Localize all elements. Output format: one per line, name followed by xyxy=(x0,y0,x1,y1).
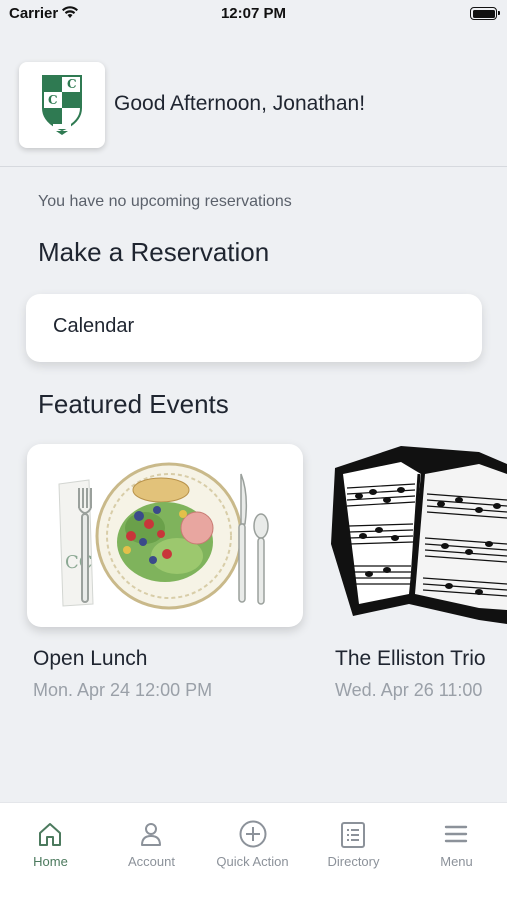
list-icon xyxy=(341,822,365,848)
tab-bar: Home Account Quick Action Directory Menu xyxy=(0,802,507,900)
tab-home[interactable]: Home xyxy=(0,803,101,883)
make-reservation-title: Make a Reservation xyxy=(38,237,270,267)
tab-quick-action[interactable]: Quick Action xyxy=(202,803,303,883)
battery-icon xyxy=(470,7,500,20)
tab-label: Quick Action xyxy=(216,854,289,869)
home-icon xyxy=(39,823,61,846)
svg-text:C: C xyxy=(67,77,77,91)
event-name: The Elliston Trio xyxy=(335,647,486,670)
tab-label: Home xyxy=(33,854,68,869)
header: C C Good Afternoon, Jonathan! xyxy=(0,55,507,167)
greeting-text: Good Afternoon, Jonathan! xyxy=(114,92,366,115)
status-bar: Carrier 12:07 PM xyxy=(0,0,507,30)
hamburger-icon xyxy=(444,825,468,843)
tab-account[interactable]: Account xyxy=(101,803,202,883)
crest-icon: C C xyxy=(42,75,82,135)
calendar-label: Calendar xyxy=(53,315,135,337)
event-card-open-lunch[interactable]: CC Open Lunch Mon. Apr 24 12:00 PM xyxy=(27,444,303,700)
tab-menu[interactable]: Menu xyxy=(406,803,507,883)
plate-illustration: CC xyxy=(27,444,303,627)
event-date: Wed. Apr 26 11:00 xyxy=(335,680,483,700)
event-date: Mon. Apr 24 12:00 PM xyxy=(33,680,213,700)
no-reservations-message: You have no upcoming reservations xyxy=(38,193,292,210)
plus-circle-icon xyxy=(239,820,267,848)
person-icon xyxy=(141,823,161,846)
sheet-music-illustration xyxy=(329,444,507,627)
event-card-elliston-trio[interactable]: The Elliston Trio Wed. Apr 26 11:00 xyxy=(329,444,507,700)
calendar-button[interactable]: Calendar xyxy=(26,294,482,362)
clock: 12:07 PM xyxy=(220,5,287,22)
tab-label: Account xyxy=(128,854,175,869)
tab-label: Directory xyxy=(327,854,380,869)
featured-events-title: Featured Events xyxy=(38,389,229,419)
tab-directory[interactable]: Directory xyxy=(303,803,404,883)
tab-label: Menu xyxy=(440,854,473,869)
club-crest-logo[interactable]: C C xyxy=(19,62,105,148)
svg-text:C: C xyxy=(48,93,58,107)
event-name: Open Lunch xyxy=(33,647,148,670)
